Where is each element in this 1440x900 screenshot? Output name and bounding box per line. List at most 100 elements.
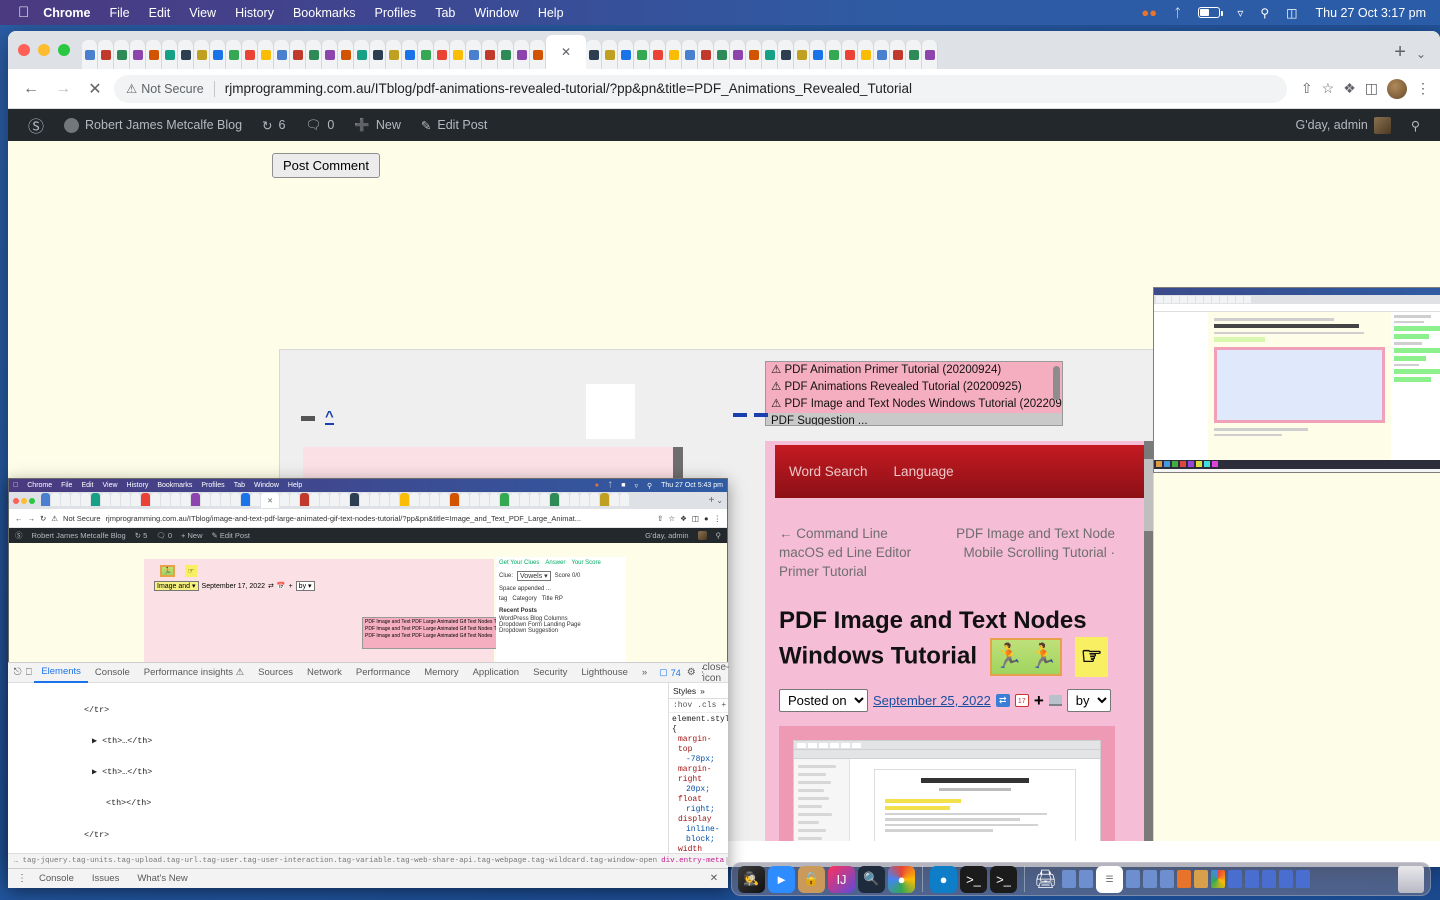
safari-icon[interactable]	[1194, 870, 1208, 888]
search-icon[interactable]: ⚲	[716, 531, 722, 540]
finder-icon[interactable]: 🕵	[738, 865, 765, 893]
bookmark-star-icon[interactable]: ☆	[1322, 80, 1335, 97]
right-arrow-icon[interactable]	[754, 413, 768, 417]
nested-tab[interactable]	[280, 493, 289, 506]
tab[interactable]	[290, 40, 306, 69]
document-icon[interactable]: ☰	[1096, 865, 1123, 893]
nested-tag-1[interactable]: Category	[512, 596, 536, 602]
nested-tab[interactable]	[590, 493, 599, 506]
nested-tab[interactable]	[490, 493, 499, 506]
tab[interactable]	[418, 40, 434, 69]
nested-menu-profiles[interactable]: Profiles	[201, 482, 224, 489]
nested-tab[interactable]	[41, 493, 50, 506]
firefox-monkey-icon[interactable]: ●●	[1141, 5, 1157, 20]
maximize-window-button[interactable]	[29, 497, 35, 504]
tab[interactable]	[730, 40, 746, 69]
suggestion-option-selected[interactable]: PDF Suggestion ...	[766, 413, 1062, 425]
running-people-gif-icon[interactable]: 🏃	[160, 565, 175, 577]
tab[interactable]	[906, 40, 922, 69]
nested-tab[interactable]	[231, 493, 240, 506]
previous-post-link[interactable]: ← Command Line macOS ed Line Editor Prim…	[779, 524, 934, 581]
devtools-overflow-icon[interactable]: »	[635, 663, 654, 683]
menu-language[interactable]: Language	[894, 464, 954, 479]
nested-tab[interactable]	[610, 493, 619, 506]
tab[interactable]	[194, 40, 210, 69]
device-toolbar-icon[interactable]: ⎕	[23, 665, 34, 681]
menu-item-file[interactable]: File	[109, 6, 129, 20]
preview-icon[interactable]: 🔍	[858, 865, 885, 893]
suggestion-option[interactable]: ⚠ PDF Animation Primer Tutorial (2020092…	[766, 362, 1062, 379]
wp-new-menu[interactable]: ➕ New	[344, 118, 411, 133]
terminal-icon[interactable]: >_	[960, 865, 987, 893]
stop-loading-button[interactable]: ✕	[82, 76, 108, 102]
tab[interactable]	[482, 40, 498, 69]
nested-tab[interactable]	[171, 493, 180, 506]
wifi-icon[interactable]: ▿	[1237, 6, 1243, 20]
tab[interactable]	[682, 40, 698, 69]
tab-application[interactable]: Application	[466, 663, 526, 683]
tab[interactable]	[274, 40, 290, 69]
nested-tab[interactable]	[300, 493, 309, 506]
firefox-icon[interactable]	[1177, 870, 1191, 888]
nested-tab[interactable]	[121, 493, 130, 506]
new-tab-button[interactable]: +	[1384, 41, 1416, 69]
tab[interactable]	[130, 40, 146, 69]
nested-tab[interactable]	[520, 493, 529, 506]
control-center-icon[interactable]: ◫	[1286, 6, 1297, 20]
drawer-kebab-icon[interactable]: ⋮	[14, 871, 30, 887]
nested-tab[interactable]	[400, 493, 409, 506]
nested-tab[interactable]	[560, 493, 569, 506]
css-val[interactable]: inline-block;	[672, 825, 725, 845]
nested-tab[interactable]	[430, 493, 439, 506]
issues-badge[interactable]: ▢ 74	[654, 667, 686, 678]
nested-tab[interactable]	[410, 493, 419, 506]
tab[interactable]	[82, 40, 98, 69]
nested-image-select[interactable]: Image and ▾	[154, 581, 199, 591]
styles-tab-label[interactable]: Styles	[673, 686, 696, 696]
cls-toggle[interactable]: .cls	[697, 701, 716, 711]
nested-suggestion-option[interactable]: PDF Image and Text PDF Large Animated Gi…	[365, 626, 515, 633]
dom-line[interactable]: ▶ <th>…</th>	[8, 736, 668, 746]
menu-item-help[interactable]: Help	[538, 6, 564, 20]
nested-tab[interactable]	[370, 493, 379, 506]
intellij-icon[interactable]: IJ	[828, 865, 855, 893]
css-val[interactable]: 20px;	[672, 785, 725, 795]
tab[interactable]	[146, 40, 162, 69]
close-tab-icon[interactable]: ✕	[561, 45, 571, 59]
nested-tab[interactable]	[470, 493, 479, 506]
wordpress-logo-icon[interactable]: Ⓢ	[18, 113, 54, 137]
nested-comments[interactable]: 🗨 0	[156, 531, 172, 540]
wp-site-name[interactable]: Robert James Metcalfe Blog	[54, 117, 252, 133]
nested-tab[interactable]	[580, 493, 589, 506]
battery-charging-icon[interactable]	[1198, 7, 1223, 18]
plus-icon[interactable]: +	[289, 583, 293, 590]
nested-tab[interactable]	[191, 493, 200, 506]
printer-icon[interactable]: 🖨	[1032, 866, 1059, 893]
menu-item-edit[interactable]: Edit	[149, 6, 171, 20]
nested-tab[interactable]	[141, 493, 150, 506]
tab[interactable]	[746, 40, 762, 69]
terminal-2-icon[interactable]: >_	[990, 865, 1017, 893]
menu-item-bookmarks[interactable]: Bookmarks	[293, 6, 356, 20]
nested-tab[interactable]	[221, 493, 230, 506]
back-button[interactable]: ←	[18, 76, 44, 102]
wp-comments[interactable]: 🗨 0	[295, 118, 344, 133]
teams-5-icon[interactable]	[1296, 870, 1310, 888]
nested-suggestion-option[interactable]: PDF Image and Text PDF Large Animated Gi…	[365, 619, 517, 626]
nested-suggestion-option[interactable]: PDF Image and Text PDF Large Animated Gi…	[365, 633, 515, 640]
css-prop[interactable]: width	[672, 845, 725, 853]
nested-tab[interactable]	[440, 493, 449, 506]
next-post-link[interactable]: PDF Image and Text Node Mobile Scrolling…	[947, 524, 1115, 581]
tab[interactable]	[634, 40, 650, 69]
drawer-tab-issues[interactable]: Issues	[83, 873, 128, 884]
tab[interactable]	[98, 40, 114, 69]
nested-tab[interactable]	[61, 493, 70, 506]
teams-2-icon[interactable]	[1245, 870, 1259, 888]
nested-tab[interactable]	[540, 493, 549, 506]
nested-ws-get-clues[interactable]: Get Your Clues	[499, 560, 539, 566]
tab-security[interactable]: Security	[526, 663, 574, 683]
calendar-icon[interactable]: 📅	[277, 582, 286, 590]
wp-search-button[interactable]: ⚲	[1401, 118, 1430, 133]
notes-5-icon[interactable]	[1160, 870, 1174, 888]
nested-site-name[interactable]: Robert James Metcalfe Blog	[32, 531, 126, 540]
